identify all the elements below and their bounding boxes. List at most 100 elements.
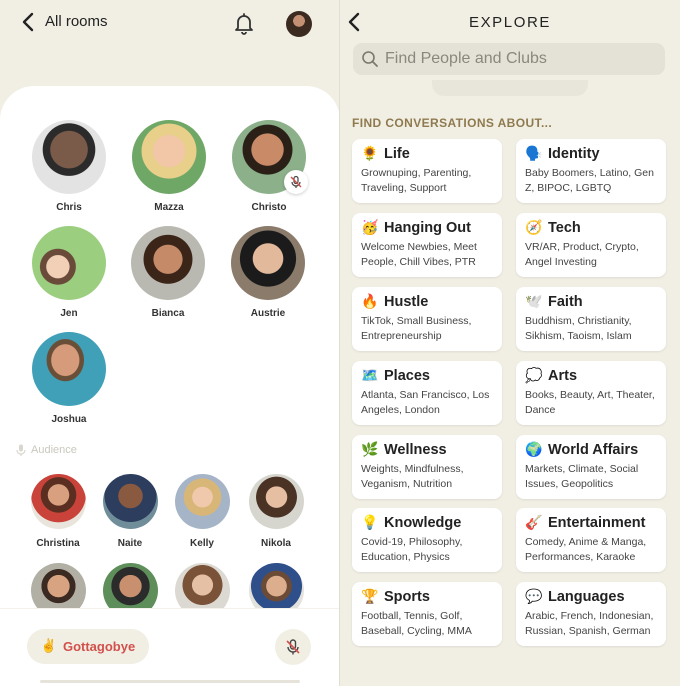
dove-icon: 🕊️ [525, 294, 543, 310]
avatar [32, 120, 106, 194]
topic-card-identity[interactable]: 🗣️ Identity Baby Boomers, Latino, Gen Z, … [516, 139, 666, 203]
section-title: FIND CONVERSATIONS ABOUT... [352, 116, 553, 130]
map-icon: 🗺️ [361, 368, 379, 384]
topic-title: Entertainment [548, 515, 646, 531]
avatar [231, 226, 305, 300]
topic-subtitle: Markets, Climate, Social Issues, Geopoli… [525, 463, 639, 490]
topic-subtitle: TikTok, Small Business, Entrepreneurship [361, 315, 472, 342]
topic-card-life[interactable]: 🌻 Life Grownuping, Parenting, Traveling, … [352, 139, 502, 203]
topic-subtitle: Buddhism, Christianity, Sikhism, Taoism,… [525, 315, 632, 342]
topic-title: Tech [548, 220, 581, 236]
speaker-name: Austrie [250, 308, 286, 319]
speaker-name: Chris [56, 202, 82, 213]
explore-screen: EXPLORE FIND CONVERSATIONS ABOUT... 🌻 Lif… [340, 0, 680, 686]
topic-card-places[interactable]: 🗺️ Places Atlanta, San Francisco, Los Ang… [352, 361, 502, 425]
globe-icon: 🌍 [525, 442, 543, 458]
chevron-left-icon[interactable] [18, 11, 40, 33]
audience-member[interactable]: Kelly [166, 474, 238, 549]
home-indicator [40, 680, 300, 683]
topic-title: Hustle [384, 294, 429, 310]
speaker-name: Mazza [154, 202, 184, 213]
speaking-head-icon: 🗣️ [525, 146, 543, 162]
topic-subtitle: Welcome Newbies, Meet People, Chill Vibe… [361, 241, 477, 268]
pulldown-tab [432, 80, 588, 96]
speaker-name: Jen [60, 308, 78, 319]
avatar [232, 120, 308, 194]
topic-card-tech[interactable]: 🧭 Tech VR/AR, Product, Crypto, Angel Inve… [516, 213, 666, 277]
avatar [131, 226, 205, 300]
leave-room-button[interactable]: ✌️ Gottagobye [27, 629, 149, 664]
topic-card-wellness[interactable]: 🌿 Wellness Weights, Mindfulness, Veganism… [352, 435, 502, 499]
speech-balloon-icon: 💬 [525, 589, 543, 605]
mic-muted-icon [286, 639, 300, 655]
thought-balloon-icon: 💭 [525, 368, 543, 384]
mic-muted-icon [284, 170, 308, 194]
speaker-name: Christo [251, 202, 287, 213]
sunflower-icon: 🌻 [361, 146, 379, 162]
herb-icon: 🌿 [361, 442, 379, 458]
topic-card-hanging-out[interactable]: 🥳 Hanging Out Welcome Newbies, Meet Peopl… [352, 213, 502, 277]
topic-subtitle: Books, Beauty, Art, Theater, Dance [525, 389, 655, 416]
topic-subtitle: Arabic, French, Indonesian, Russian, Spa… [525, 610, 654, 637]
topic-subtitle: Covid-19, Philosophy, Education, Physics [361, 536, 463, 563]
guitar-icon: 🎸 [525, 515, 543, 531]
topic-subtitle: Football, Tennis, Golf, Baseball, Cyclin… [361, 610, 472, 637]
topic-card-knowledge[interactable]: 💡 Knowledge Covid-19, Philosophy, Educati… [352, 508, 502, 572]
topic-card-hustle[interactable]: 🔥 Hustle TikTok, Small Business, Entrepre… [352, 287, 502, 351]
topic-title: Identity [548, 146, 600, 162]
speaker[interactable]: Joshua [19, 332, 119, 425]
speaker[interactable]: Austrie [218, 226, 318, 319]
audience-name: Christina [36, 538, 80, 549]
topic-title: Faith [548, 294, 583, 310]
all-rooms-link[interactable]: All rooms [45, 13, 108, 30]
speaker-name: Joshua [51, 414, 87, 425]
topic-card-world-affairs[interactable]: 🌍 World Affairs Markets, Climate, Social … [516, 435, 666, 499]
topic-subtitle: Comedy, Anime & Manga, Performances, Kar… [525, 536, 647, 563]
topic-title: Arts [548, 368, 578, 384]
audience-name: Kelly [190, 538, 214, 549]
speaker[interactable]: Mazza [119, 120, 219, 213]
speaker[interactable]: Jen [19, 226, 119, 319]
topic-title: Hanging Out [384, 220, 471, 236]
audience-member[interactable]: Christina [22, 474, 94, 549]
party-face-icon: 🥳 [361, 220, 379, 236]
page-title: EXPLORE [468, 14, 552, 31]
trophy-icon: 🏆 [361, 589, 379, 605]
room-screen: All rooms Chris Mazza Christo Jen Bianca… [0, 0, 340, 686]
topic-title: Knowledge [384, 515, 462, 531]
compass-icon: 🧭 [525, 220, 543, 236]
topic-title: Places [384, 368, 430, 384]
topic-subtitle: Atlanta, San Francisco, Los Angeles, Lon… [361, 389, 490, 416]
topic-subtitle: Grownuping, Parenting, Traveling, Suppor… [361, 167, 472, 194]
avatar [174, 474, 230, 529]
topic-subtitle: Weights, Mindfulness, Veganism, Nutritio… [361, 463, 464, 490]
audience-name: Naite [117, 538, 143, 549]
topic-card-languages[interactable]: 💬 Languages Arabic, French, Indonesian, R… [516, 582, 666, 646]
audience-member[interactable]: Nikola [240, 474, 312, 549]
bell-icon[interactable] [231, 10, 257, 36]
peace-sign-icon: ✌️ [40, 639, 57, 654]
topic-title: World Affairs [548, 442, 639, 458]
topic-card-arts[interactable]: 💭 Arts Books, Beauty, Art, Theater, Dance [516, 361, 666, 425]
topic-card-faith[interactable]: 🕊️ Faith Buddhism, Christianity, Sikhism,… [516, 287, 666, 351]
mic-icon [16, 444, 26, 456]
audience-name: Nikola [260, 538, 291, 549]
speaker[interactable]: Bianca [118, 226, 218, 319]
topic-card-entertainment[interactable]: 🎸 Entertainment Comedy, Anime & Manga, Pe… [516, 508, 666, 572]
leave-room-label: Gottagobye [62, 639, 136, 654]
topic-subtitle: Baby Boomers, Latino, Gen Z, BIPOC, LGBT… [525, 167, 654, 194]
mute-toggle-button[interactable] [275, 629, 311, 665]
topic-title: Wellness [384, 442, 447, 458]
avatar [32, 332, 106, 406]
speaker[interactable]: Christo [219, 120, 319, 213]
avatar [102, 474, 158, 529]
profile-avatar[interactable] [286, 11, 312, 37]
audience-member[interactable]: Naite [94, 474, 166, 549]
topic-title: Sports [384, 589, 430, 605]
audience-label: Audience [16, 444, 77, 456]
topic-card-sports[interactable]: 🏆 Sports Football, Tennis, Golf, Baseball… [352, 582, 502, 646]
search-input[interactable] [385, 50, 655, 68]
search-bar[interactable] [353, 43, 665, 75]
speaker[interactable]: Chris [19, 120, 119, 213]
topic-title: Life [384, 146, 410, 162]
